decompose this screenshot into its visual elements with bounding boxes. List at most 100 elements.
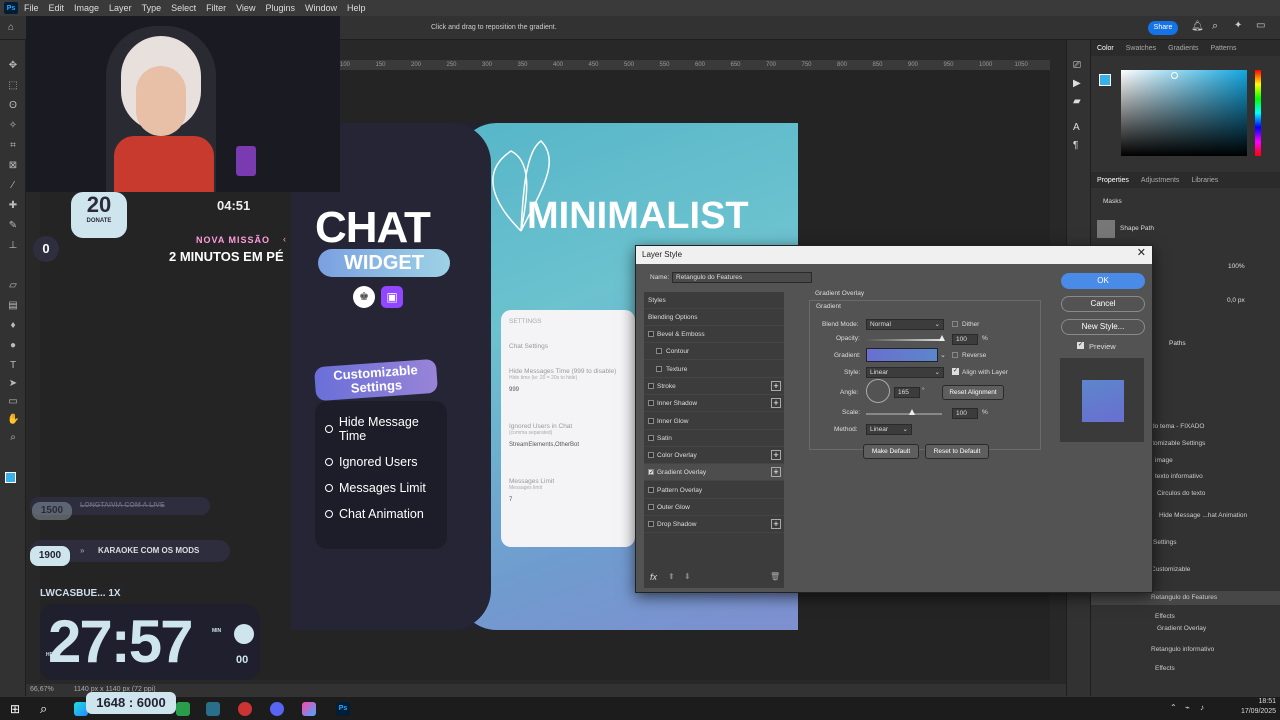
style-checkbox[interactable] [648,486,654,493]
color-picker-field[interactable] [1121,70,1247,156]
tab-patterns[interactable]: Patterns [1210,45,1236,52]
foreground-swatch[interactable] [1099,74,1111,86]
style-item[interactable]: Inner Glow [644,413,784,430]
close-icon[interactable]: ✕ [1137,246,1146,259]
new-style-button[interactable]: New Style... [1061,319,1145,335]
marquee-tool-icon[interactable]: ⬚ [7,80,19,92]
tab-swatches[interactable]: Swatches [1126,45,1156,52]
layer-row[interactable]: Retangulo informativo [1091,643,1280,657]
style-checkbox[interactable] [648,452,654,459]
tab-properties[interactable]: Properties [1097,177,1129,184]
dither-checkbox[interactable] [952,321,958,327]
brush-tool-icon[interactable]: ✎ [7,220,19,232]
menu-select[interactable]: Select [171,3,196,13]
app-green-icon[interactable] [176,702,190,716]
reset-to-default-button[interactable]: Reset to Default [925,444,989,459]
scale-slider[interactable] [866,413,942,415]
menu-image[interactable]: Image [74,3,99,13]
frame-tool-icon[interactable]: ⊠ [7,160,19,172]
add-style-icon[interactable]: + [771,380,781,391]
clock-time[interactable]: 18:51 [1236,698,1276,705]
path-selection-icon[interactable]: ➤ [7,378,19,390]
menu-filter[interactable]: Filter [206,3,226,13]
styles-header[interactable]: Styles [644,292,784,309]
lasso-tool-icon[interactable]: ʘ [7,100,19,112]
history-icon[interactable]: ⎚ [1073,60,1081,71]
chevron-down-icon[interactable]: ⌄ [940,351,946,359]
hand-tool-icon[interactable]: ✋ [7,414,19,426]
discord-icon[interactable] [270,702,284,716]
menu-plugins[interactable]: Plugins [265,3,295,13]
obs-icon[interactable] [238,702,252,716]
eyedropper-icon[interactable]: ⁄ [7,180,19,192]
cancel-button[interactable]: Cancel [1061,296,1145,312]
terminal-icon[interactable] [206,702,220,716]
network-icon[interactable]: ⌁ [1185,703,1190,712]
play-action-icon[interactable]: ▶ [1073,78,1081,89]
make-default-button[interactable]: Make Default [863,444,919,459]
style-checkbox[interactable] [656,348,662,355]
trash-icon[interactable]: 🗑︎ [770,572,780,581]
fx-icon[interactable]: fx [650,572,657,582]
search-icon[interactable]: ⌕ [40,701,47,717]
reverse-checkbox[interactable] [952,352,958,358]
clone-stamp-icon[interactable]: ⊥ [7,240,19,252]
name-field[interactable]: Retangulo do Features [672,272,812,283]
style-item[interactable]: Inner Shadow + [644,395,784,413]
healing-brush-icon[interactable]: ✚ [7,200,19,212]
style-item[interactable]: ✓ Gradient Overlay + [644,464,784,482]
style-item[interactable]: Texture [644,361,784,378]
volume-icon[interactable]: ♪ [1200,703,1204,712]
ok-button[interactable]: OK [1061,273,1145,289]
mask-thumbnail[interactable] [1097,220,1115,238]
scale-input[interactable]: 100 [952,408,978,419]
menu-type[interactable]: Type [142,3,162,13]
style-item[interactable]: Stroke + [644,378,784,395]
blending-options-item[interactable]: Blending Options [644,309,784,326]
style-checkbox[interactable]: ✓ [648,469,654,476]
add-style-icon[interactable]: + [771,467,781,478]
menu-help[interactable]: Help [347,3,366,13]
home-icon[interactable]: ⌂ [8,22,14,33]
layer-row[interactable]: Gradient Overlay [1091,622,1280,636]
crop-tool-icon[interactable]: ⌗ [7,140,19,152]
reset-alignment-button[interactable]: Reset Alignment [942,385,1004,400]
style-item[interactable]: Contour [644,343,784,361]
blur-tool-icon[interactable]: ♦ [7,320,19,332]
style-item[interactable]: Satin [644,430,784,447]
photoshop-taskbar-icon[interactable]: Ps [336,702,350,716]
zoom-level[interactable]: 66,67% [30,686,54,693]
share-button[interactable]: Share [1148,21,1178,35]
scale-slider-thumb[interactable] [908,409,915,415]
menu-view[interactable]: View [236,3,255,13]
style-item[interactable]: Outer Glow [644,499,784,516]
app-gradient-icon[interactable] [302,702,316,716]
character-panel-icon[interactable]: A [1073,122,1080,133]
angle-input[interactable]: 165 [894,387,920,398]
preview-checkbox[interactable]: ✓ [1077,342,1084,349]
learn-icon[interactable]: ✦ [1234,20,1242,31]
add-style-icon[interactable]: + [771,519,781,530]
search-icon[interactable]: ⌕ [1212,20,1218,33]
style-item[interactable]: Pattern Overlay [644,482,784,499]
method-select[interactable]: Linear ⌄ [866,424,912,435]
opacity-slider[interactable] [866,339,942,341]
tab-gradients[interactable]: Gradients [1168,45,1198,52]
tab-color[interactable]: Color [1097,45,1114,52]
move-up-icon[interactable]: ⬆ [668,572,675,581]
tab-libraries[interactable]: Libraries [1191,177,1218,184]
style-item[interactable]: Color Overlay + [644,447,784,465]
menu-file[interactable]: File [24,3,39,13]
move-down-icon[interactable]: ⬇ [684,572,691,581]
blend-mode-select[interactable]: Normal ⌄ [866,319,944,330]
menu-window[interactable]: Window [305,3,337,13]
tab-adjustments[interactable]: Adjustments [1141,177,1180,184]
clock-date[interactable]: 17/09/2025 [1232,708,1276,715]
workspace-icon[interactable]: ▭ [1256,20,1265,31]
move-tool-icon[interactable]: ✥ [7,60,19,72]
foreground-color-swatch[interactable] [5,472,16,483]
type-tool-icon[interactable]: T [7,360,19,372]
notification-bell-icon[interactable]: 🔔︎ [1191,21,1204,32]
style-checkbox[interactable] [648,417,654,424]
style-item[interactable]: Bevel & Emboss [644,326,784,343]
